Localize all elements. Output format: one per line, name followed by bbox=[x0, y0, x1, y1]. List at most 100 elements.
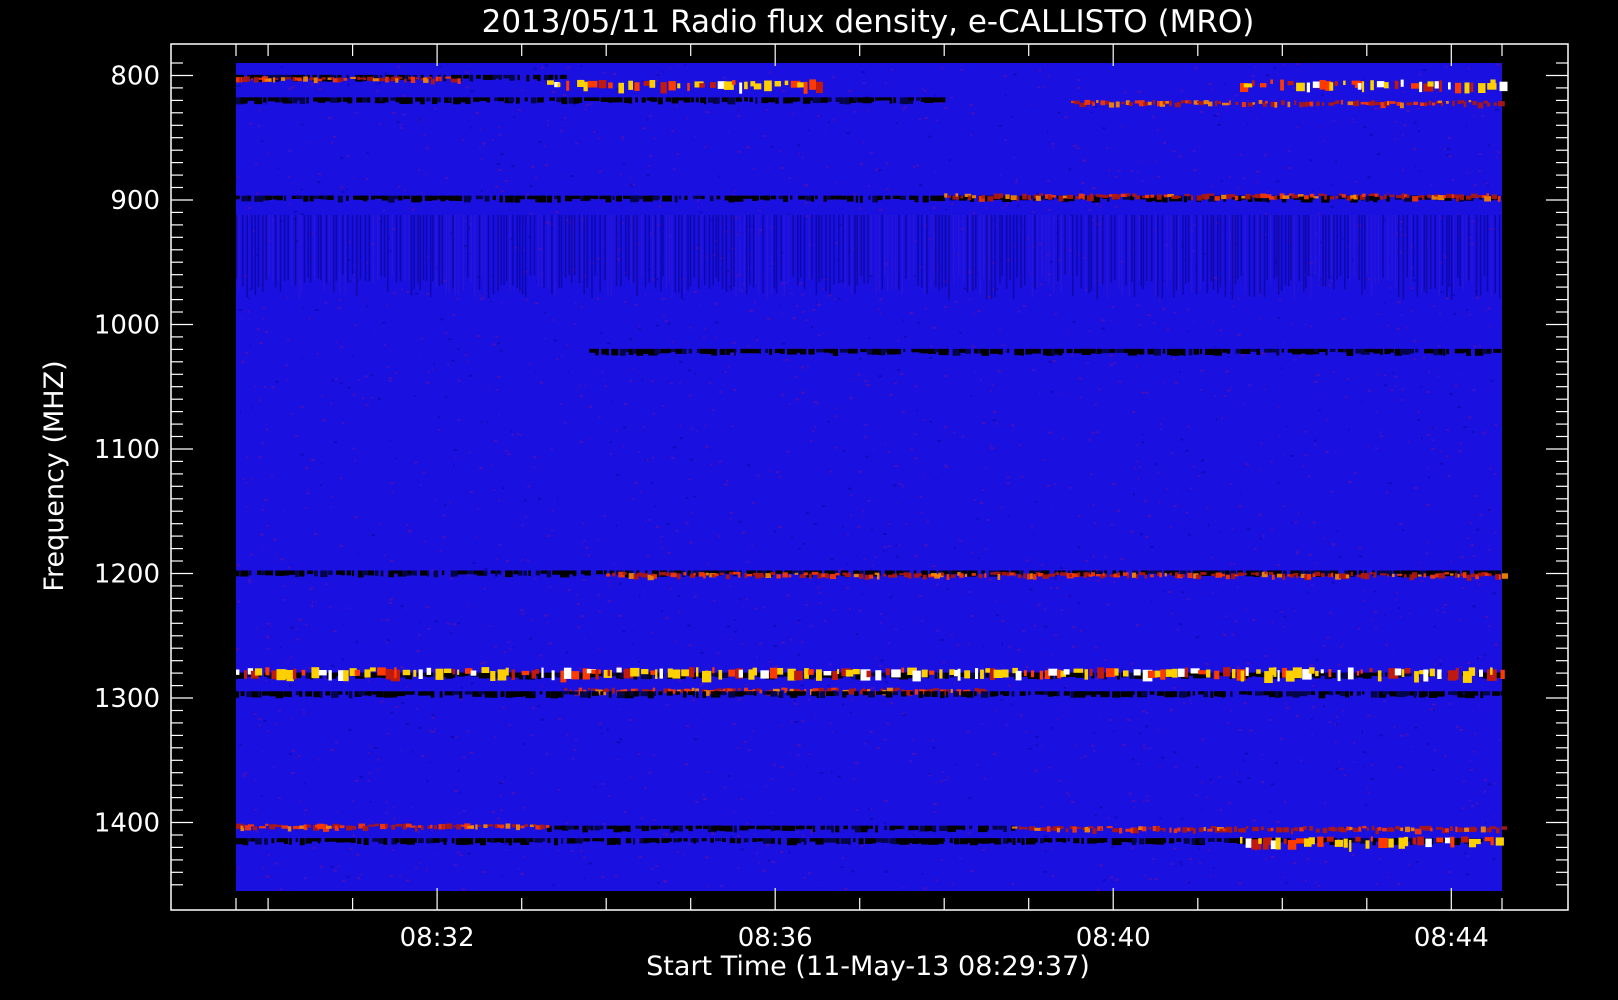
noise-cell bbox=[1427, 541, 1430, 544]
noise-cell bbox=[1032, 210, 1035, 213]
noise-cell bbox=[1417, 130, 1420, 132]
dark-cell bbox=[1109, 348, 1116, 353]
dark-cell bbox=[1183, 348, 1186, 356]
noise-cell bbox=[597, 576, 599, 579]
noise-cell bbox=[1195, 794, 1199, 797]
noise-cell bbox=[791, 773, 793, 776]
noise-cell bbox=[781, 393, 785, 396]
noise-cell bbox=[457, 769, 460, 772]
noise-cell bbox=[1373, 611, 1378, 614]
dark-cell bbox=[636, 195, 640, 202]
noise-cell bbox=[630, 184, 633, 187]
dark-cell bbox=[1365, 195, 1369, 202]
emission-cell bbox=[1361, 193, 1366, 197]
dark-cell bbox=[800, 348, 807, 355]
noise-cell bbox=[957, 537, 960, 540]
dark-cell bbox=[846, 691, 849, 695]
noise-cell bbox=[1220, 180, 1223, 183]
noise-cell bbox=[1223, 394, 1227, 397]
noise-cell bbox=[805, 202, 808, 205]
stripe bbox=[503, 214, 505, 285]
dark-cell bbox=[1474, 348, 1484, 356]
noise-cell bbox=[431, 669, 435, 672]
emission-cell bbox=[974, 688, 979, 692]
noise-cell bbox=[511, 792, 516, 795]
noise-cell bbox=[560, 130, 563, 133]
emission-cell bbox=[853, 573, 859, 578]
noise-cell bbox=[656, 324, 659, 327]
stripe bbox=[564, 214, 567, 278]
emission-cell bbox=[888, 574, 894, 578]
noise-cell bbox=[1163, 417, 1165, 420]
noise-cell bbox=[1071, 645, 1076, 648]
emission-cell bbox=[835, 572, 840, 576]
noise-cell bbox=[793, 699, 796, 702]
dark-cell bbox=[319, 691, 323, 698]
noise-cell bbox=[538, 141, 542, 143]
noise-cell bbox=[815, 716, 817, 719]
noise-cell bbox=[579, 385, 581, 388]
noise-cell bbox=[1401, 399, 1404, 401]
dark-cell bbox=[674, 195, 678, 203]
noise-cell bbox=[335, 741, 338, 744]
noise-cell bbox=[1212, 185, 1214, 188]
dark-cell bbox=[328, 570, 333, 575]
noise-cell bbox=[1399, 221, 1402, 224]
noise-cell bbox=[547, 534, 551, 537]
emission-cell bbox=[438, 78, 441, 81]
noise-cell bbox=[845, 587, 849, 590]
noise-cell bbox=[639, 491, 642, 494]
noise-cell bbox=[461, 810, 466, 813]
noise-cell bbox=[808, 129, 810, 132]
noise-cell bbox=[609, 441, 612, 444]
stripe bbox=[660, 214, 662, 292]
dark-cell bbox=[299, 97, 306, 104]
noise-cell bbox=[1172, 686, 1176, 689]
noise-cell bbox=[1193, 320, 1195, 323]
noise-cell bbox=[807, 698, 811, 701]
noise-cell bbox=[1130, 662, 1133, 665]
emission-cell bbox=[1468, 100, 1472, 103]
noise-cell bbox=[699, 304, 701, 307]
stripe bbox=[1479, 214, 1482, 296]
noise-cell bbox=[1334, 450, 1336, 453]
noise-cell bbox=[827, 420, 830, 423]
noise-cell bbox=[772, 86, 775, 89]
burst-cell bbox=[912, 670, 921, 682]
noise-cell bbox=[1093, 732, 1096, 735]
noise-cell bbox=[781, 724, 783, 727]
noise-cell bbox=[550, 447, 553, 450]
noise-cell bbox=[244, 351, 249, 354]
burst-cell bbox=[1160, 669, 1166, 680]
noise-cell bbox=[1296, 126, 1299, 129]
noise-cell bbox=[1025, 666, 1029, 668]
dark-cell bbox=[682, 691, 687, 698]
stripe bbox=[551, 214, 553, 295]
noise-cell bbox=[270, 625, 272, 628]
noise-cell bbox=[1478, 583, 1481, 586]
dark-cell bbox=[526, 74, 530, 82]
noise-cell bbox=[1033, 647, 1036, 650]
noise-cell bbox=[927, 135, 932, 138]
dark-cell bbox=[1193, 348, 1200, 355]
emission-cell bbox=[864, 574, 870, 580]
noise-cell bbox=[943, 306, 948, 309]
burst-cell bbox=[1377, 670, 1382, 682]
noise-cell bbox=[914, 240, 917, 243]
dark-cell bbox=[815, 195, 818, 200]
noise-cell bbox=[1005, 724, 1009, 727]
noise-cell bbox=[1131, 847, 1135, 849]
stripe bbox=[480, 214, 483, 278]
dark-cell bbox=[240, 97, 248, 104]
noise-cell bbox=[842, 857, 845, 860]
noise-cell bbox=[357, 551, 359, 554]
noise-cell bbox=[266, 524, 269, 527]
dark-cell bbox=[1300, 570, 1304, 574]
noise-cell bbox=[739, 597, 742, 600]
burst-cell bbox=[837, 669, 840, 674]
noise-cell bbox=[1235, 94, 1239, 97]
noise-cell bbox=[492, 343, 496, 346]
burst-cell bbox=[402, 669, 411, 676]
noise-cell bbox=[1342, 237, 1344, 240]
noise-cell bbox=[562, 94, 567, 97]
